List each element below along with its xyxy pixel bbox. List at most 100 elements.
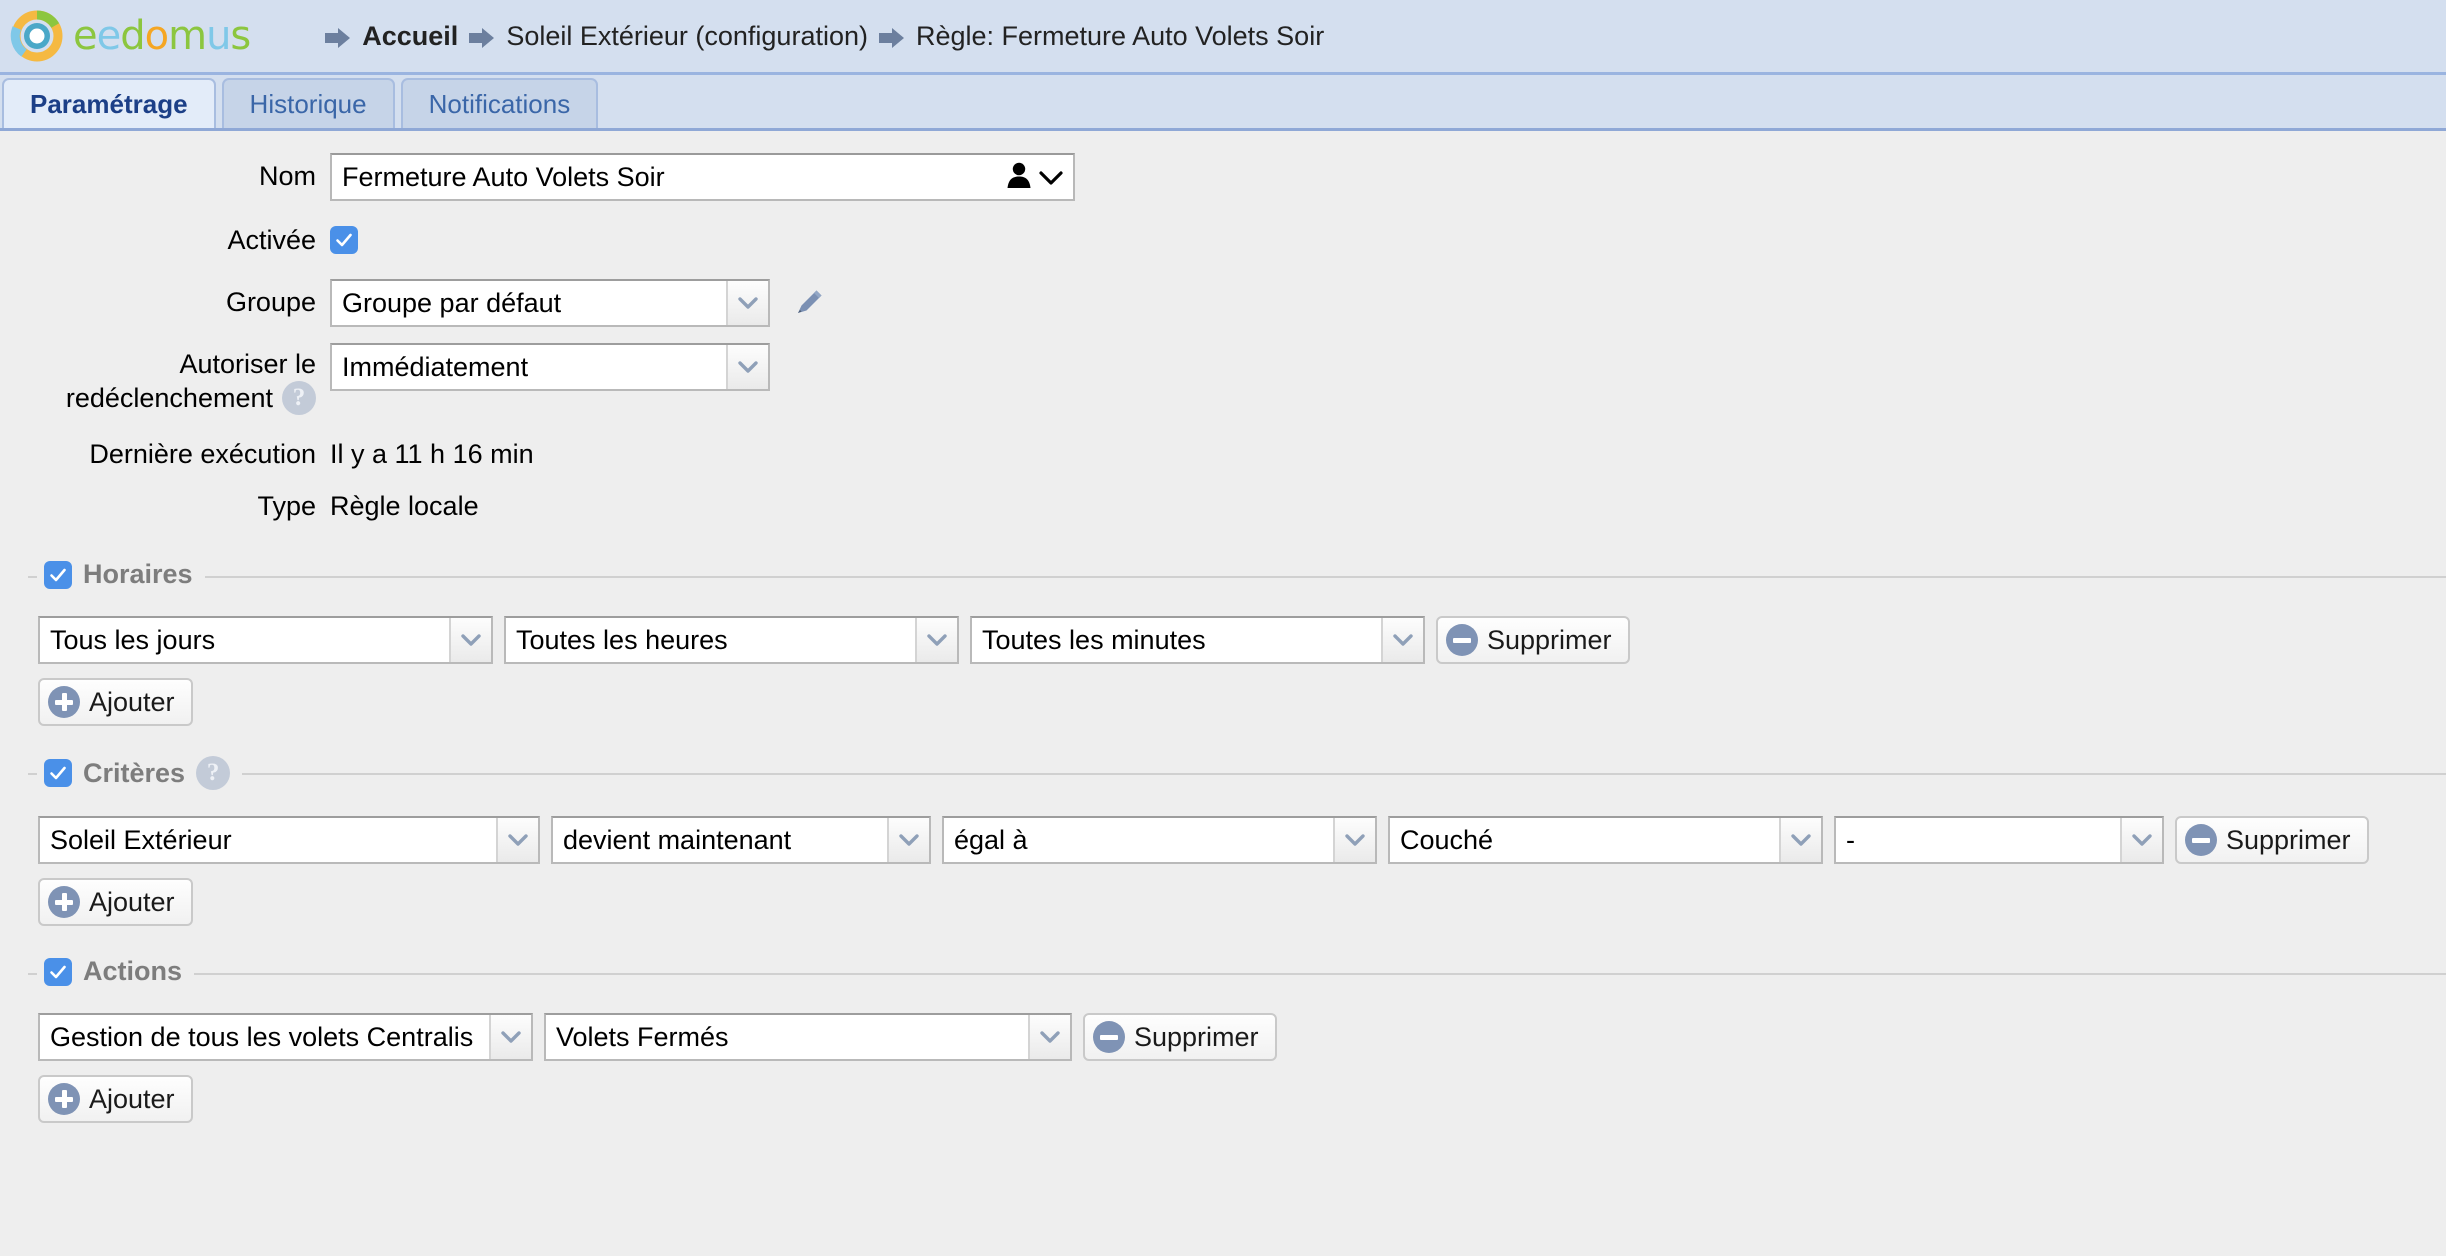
horaires-heures-select[interactable]: Toutes les heures [504,616,959,664]
logo-char: m [168,13,206,59]
criteres-source-select[interactable]: Soleil Extérieur [38,816,540,864]
horaires-minutes-value: Toutes les minutes [972,618,1381,662]
edit-groupe-pencil-icon[interactable] [792,286,826,320]
horaires-heures-value: Toutes les heures [506,618,915,662]
tab-label: Historique [250,89,367,120]
logo-char: u [206,13,230,59]
criteres-add-button[interactable]: Ajouter [38,878,193,926]
criteres-title: Critères [83,758,185,789]
actions-body: Gestion de tous les volets Centralis Vol… [0,987,2446,1123]
section-actions: Actions Gestion de tous les volets Centr… [0,956,2446,1123]
fieldset-divider [28,773,2446,775]
breadcrumb-item-regle[interactable]: Règle: Fermeture Auto Volets Soir [916,21,1324,52]
groupe-label: Groupe [0,279,330,325]
nom-input[interactable]: Fermeture Auto Volets Soir [330,153,1075,201]
criteres-value-value: Couché [1390,818,1779,862]
chevron-down-icon [915,618,957,662]
autoriser-label-line2: redéclenchement [66,381,273,415]
horaires-add-button[interactable]: Ajouter [38,678,193,726]
chevron-down-icon [726,281,768,325]
criteres-delete-label: Supprimer [2226,825,2351,856]
criteres-legend: Critères ? [37,756,242,790]
person-icon [1005,160,1033,195]
chevron-down-icon [1039,162,1063,193]
horaires-delete-button[interactable]: Supprimer [1436,616,1630,664]
field-row-activee: Activée [0,217,2446,263]
user-picker[interactable] [1005,160,1063,195]
chevron-down-icon [1381,618,1423,662]
chevron-down-icon [726,345,768,389]
criteres-add-label: Ajouter [89,887,175,918]
logo-char: e [73,13,97,59]
criteres-operator-select[interactable]: égal à [942,816,1377,864]
main-content: Nom Fermeture Auto Volets Soir A [0,131,2446,1123]
breadcrumb-item-accueil[interactable]: Accueil [362,21,458,52]
horaires-legend: Horaires [37,559,205,590]
breadcrumb-arrow-icon [324,25,352,47]
autoriser-select[interactable]: Immédiatement [330,343,770,391]
minus-circle-icon [1093,1021,1125,1053]
criteres-event-value: devient maintenant [553,818,887,862]
logo-ring-icon [10,9,64,63]
horaires-jours-value: Tous les jours [40,618,449,662]
chevron-down-icon [489,1015,531,1059]
logo-char: d [120,13,144,59]
criteres-row: Soleil Extérieur devient maintenant égal… [38,816,2446,864]
chevron-down-icon [887,818,929,862]
horaires-checkbox[interactable] [44,561,72,589]
horaires-jours-select[interactable]: Tous les jours [38,616,493,664]
plus-circle-icon [48,686,80,718]
field-row-derniere-execution: Dernière exécution Il y a 11 h 16 min [0,431,2446,477]
breadcrumb: Accueil Soleil Extérieur (configuration)… [324,21,1324,52]
help-icon[interactable]: ? [282,381,316,415]
actions-command-select[interactable]: Volets Fermés [544,1013,1072,1061]
activee-label: Activée [0,217,330,263]
nom-label: Nom [0,153,330,199]
horaires-title: Horaires [83,559,193,590]
criteres-value-select[interactable]: Couché [1388,816,1823,864]
breadcrumb-item-soleil-exterieur[interactable]: Soleil Extérieur (configuration) [506,21,868,52]
criteres-extra-select[interactable]: - [1834,816,2164,864]
tab-notifications[interactable]: Notifications [401,78,599,128]
actions-command-value: Volets Fermés [546,1015,1028,1059]
actions-target-value: Gestion de tous les volets Centralis [40,1015,489,1059]
criteres-checkbox[interactable] [44,759,72,787]
eedomus-logo[interactable]: eedomus [10,9,250,63]
activee-checkbox[interactable] [330,226,358,254]
rule-properties-form: Nom Fermeture Auto Volets Soir A [0,131,2446,529]
autoriser-select-value: Immédiatement [332,345,726,389]
logo-char: o [145,13,168,59]
actions-target-select[interactable]: Gestion de tous les volets Centralis [38,1013,533,1061]
actions-add-button[interactable]: Ajouter [38,1075,193,1123]
groupe-select-value: Groupe par défaut [332,281,726,325]
plus-circle-icon [48,1083,80,1115]
horaires-add-label: Ajouter [89,687,175,718]
actions-checkbox[interactable] [44,958,72,986]
actions-add-label: Ajouter [89,1084,175,1115]
logo-wordmark: eedomus [73,13,250,59]
actions-delete-button[interactable]: Supprimer [1083,1013,1277,1061]
fieldset-divider [28,576,2446,578]
chevron-down-icon [1779,818,1821,862]
groupe-select[interactable]: Groupe par défaut [330,279,770,327]
criteres-event-select[interactable]: devient maintenant [551,816,931,864]
horaires-minutes-select[interactable]: Toutes les minutes [970,616,1425,664]
tab-historique[interactable]: Historique [222,78,395,128]
logo-char: s [230,13,250,59]
plus-circle-icon [48,886,80,918]
actions-legend: Actions [37,956,194,987]
criteres-extra-value: - [1836,818,2120,862]
horaires-delete-label: Supprimer [1487,625,1612,656]
horaires-body: Tous les jours Toutes les heures Toutes … [0,590,2446,726]
field-row-groupe: Groupe Groupe par défaut [0,279,2446,327]
criteres-body: Soleil Extérieur devient maintenant égal… [0,790,2446,926]
tab-parametrage[interactable]: Paramétrage [2,78,216,128]
breadcrumb-arrow-icon [468,25,496,47]
fieldset-divider [28,973,2446,975]
chevron-down-icon [1028,1015,1070,1059]
logo-char: e [97,13,121,59]
criteres-delete-button[interactable]: Supprimer [2175,816,2369,864]
app-header: eedomus Accueil Soleil Extérieur (config… [0,0,2446,75]
help-icon[interactable]: ? [196,756,230,790]
chevron-down-icon [1333,818,1375,862]
